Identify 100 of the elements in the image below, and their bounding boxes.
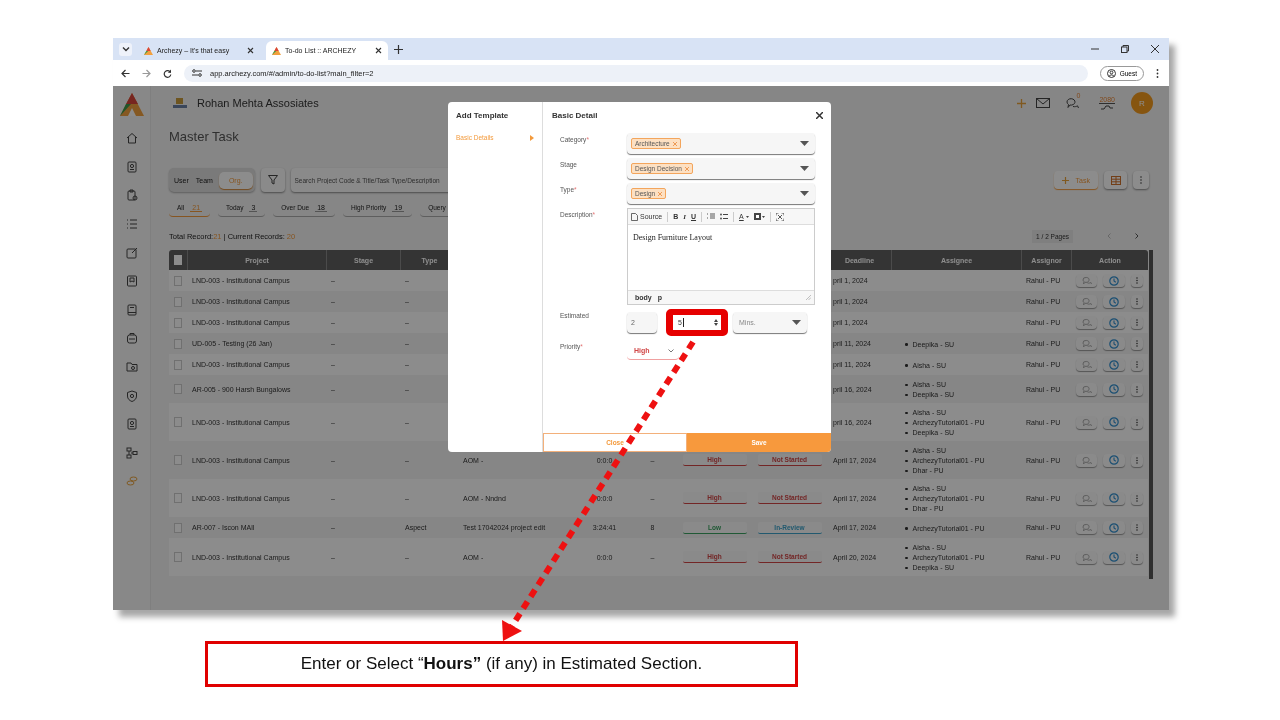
close-icon[interactable] <box>816 111 823 119</box>
chat-button[interactable] <box>1076 415 1098 429</box>
bullet <box>905 556 908 560</box>
remove-icon[interactable] <box>658 191 663 196</box>
next-icon[interactable] <box>1135 233 1139 239</box>
time-log-button[interactable] <box>1103 358 1125 371</box>
chat-button[interactable] <box>1076 491 1098 505</box>
close-icon[interactable] <box>1151 45 1159 53</box>
more-button[interactable] <box>1133 171 1149 189</box>
folder-icon[interactable] <box>125 361 138 374</box>
row-checkbox[interactable] <box>174 275 182 286</box>
more-button[interactable] <box>1130 337 1143 350</box>
more-button[interactable] <box>1130 274 1143 287</box>
row-checkbox[interactable] <box>174 359 182 370</box>
chat-button[interactable] <box>1076 550 1098 564</box>
chat-button[interactable] <box>1076 382 1098 396</box>
chat-button[interactable] <box>1076 316 1098 329</box>
more-button[interactable] <box>1130 316 1143 329</box>
resize-handle-icon[interactable] <box>806 295 811 300</box>
menu-icon[interactable] <box>1156 68 1159 78</box>
row-checkbox[interactable] <box>174 455 182 465</box>
time-log-button[interactable] <box>1103 316 1125 329</box>
more-button[interactable] <box>1130 295 1143 308</box>
chat-button[interactable] <box>1076 521 1098 534</box>
time-log-button[interactable] <box>1103 453 1125 467</box>
home-icon[interactable] <box>125 132 138 145</box>
row-checkbox[interactable] <box>174 552 182 562</box>
time-log-button[interactable] <box>1103 337 1125 350</box>
more-icon <box>1135 319 1138 326</box>
briefcase-icon[interactable] <box>125 332 138 345</box>
shield-icon[interactable] <box>125 389 138 402</box>
scrollbar[interactable] <box>1149 250 1153 579</box>
time-log-button[interactable] <box>1103 274 1125 287</box>
network-icon[interactable] <box>125 446 138 459</box>
caret-icon <box>745 215 749 218</box>
select-all-checkbox[interactable] <box>174 255 182 265</box>
dropdown-caret-icon[interactable] <box>800 166 809 171</box>
time-log-button[interactable] <box>1103 415 1125 429</box>
more-button[interactable] <box>1130 453 1143 467</box>
bookmark-icon[interactable] <box>125 275 138 288</box>
book-icon[interactable] <box>125 303 138 316</box>
bullet <box>905 487 908 491</box>
numbered-list-icon[interactable] <box>707 213 716 220</box>
time-log-button[interactable] <box>1103 491 1125 505</box>
clipboard-icon[interactable] <box>125 189 138 202</box>
list-icon[interactable] <box>125 218 138 231</box>
restore-icon[interactable] <box>1121 45 1129 53</box>
minimize-icon[interactable] <box>1091 45 1099 53</box>
dropdown-caret-icon[interactable] <box>800 141 809 146</box>
chat-button[interactable] <box>1076 295 1098 308</box>
chat-button[interactable] <box>1076 274 1098 287</box>
maximize-icon[interactable] <box>775 212 784 221</box>
row-checkbox[interactable] <box>174 493 182 503</box>
more-button[interactable] <box>1130 358 1143 371</box>
row-checkbox[interactable] <box>174 384 182 394</box>
edit-icon[interactable] <box>125 246 138 259</box>
row-checkbox[interactable] <box>174 417 182 427</box>
time-log-button[interactable] <box>1103 521 1125 534</box>
tab-list-button[interactable] <box>119 42 132 56</box>
remove-icon[interactable] <box>684 166 689 171</box>
more-button[interactable] <box>1130 550 1143 564</box>
close-icon[interactable] <box>375 47 382 54</box>
chat-icon[interactable] <box>1066 97 1080 109</box>
dropdown-caret-icon[interactable] <box>800 191 809 196</box>
row-checkbox[interactable] <box>174 522 182 533</box>
back-icon[interactable] <box>121 68 130 78</box>
more-button[interactable] <box>1130 415 1143 429</box>
more-button[interactable] <box>1130 382 1143 396</box>
time-log-button[interactable] <box>1103 382 1125 396</box>
site-info-icon[interactable] <box>192 69 202 77</box>
reload-icon[interactable] <box>163 68 172 78</box>
bulleted-list-icon[interactable] <box>720 213 729 220</box>
more-button[interactable] <box>1130 491 1143 505</box>
plus-icon[interactable] <box>1017 98 1027 108</box>
more-button[interactable] <box>1130 521 1143 534</box>
document-icon[interactable] <box>125 418 138 431</box>
chat-icon <box>1081 552 1092 562</box>
time-log-button[interactable] <box>1103 550 1125 564</box>
new-tab-icon[interactable] <box>394 44 403 54</box>
document-icon[interactable] <box>125 160 138 173</box>
forward-icon[interactable] <box>142 68 151 78</box>
time-log-button[interactable] <box>1103 295 1125 308</box>
chat-button[interactable] <box>1076 358 1098 371</box>
chat-button[interactable] <box>1076 337 1098 350</box>
table-view-button[interactable] <box>1104 171 1127 189</box>
mail-icon[interactable] <box>1036 98 1051 108</box>
arrow-icon <box>530 134 534 141</box>
background-color-icon[interactable] <box>753 212 765 221</box>
filter-icon <box>267 175 278 185</box>
row-checkbox[interactable] <box>174 317 182 328</box>
chat-icon <box>1081 417 1092 427</box>
filter-button[interactable] <box>260 168 285 192</box>
logo-icon[interactable] <box>118 92 145 118</box>
row-checkbox[interactable] <box>174 338 182 349</box>
remove-icon[interactable] <box>672 141 677 146</box>
chat-button[interactable] <box>1076 453 1098 467</box>
spinner-icon <box>714 319 718 326</box>
close-icon[interactable] <box>247 47 254 54</box>
row-checkbox[interactable] <box>174 296 182 307</box>
company-logo-icon <box>173 98 187 108</box>
